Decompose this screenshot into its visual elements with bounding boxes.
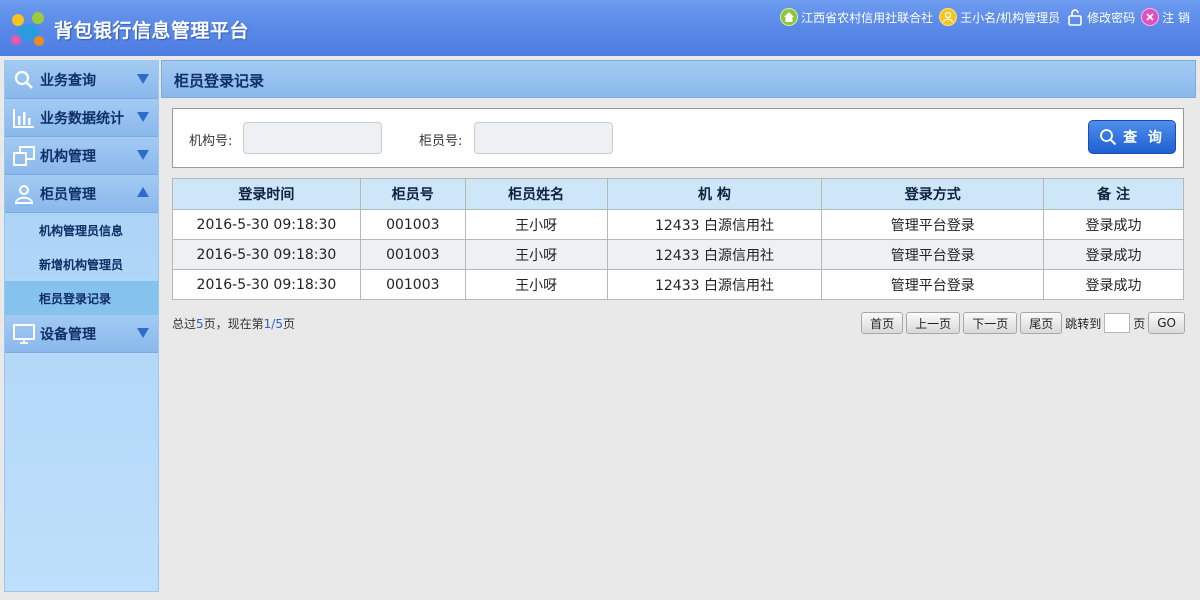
sidebar-group-label: 业务数据统计 [40, 110, 124, 127]
column-header-teller-id: 柜员号 [359, 178, 466, 210]
logout-link[interactable]: 注 销 [1141, 8, 1190, 26]
search-icon [1100, 129, 1117, 146]
teller-number-label: 柜员号: [419, 134, 463, 149]
column-header-login-method: 登录方式 [821, 178, 1045, 210]
table-cell: 管理平台登录 [821, 239, 1045, 270]
sidebar-item-teller-login-records[interactable]: 柜员登录记录 [5, 281, 158, 315]
table-row: 2016-5-30 09:18:30 001003 王小呀 12433 白源信用… [172, 209, 1184, 240]
sidebar-group-label: 设备管理 [40, 326, 96, 343]
org-number-label: 机构号: [189, 134, 233, 149]
chevron-down-icon [137, 74, 149, 84]
table-cell: 登录成功 [1043, 239, 1184, 270]
table-row: 2016-5-30 09:18:30 001003 王小呀 12433 白源信用… [172, 239, 1184, 270]
jump-page-input[interactable] [1104, 313, 1131, 333]
table-cell: 管理平台登录 [821, 269, 1045, 300]
sidebar-group-label: 柜员管理 [40, 186, 96, 203]
table-header-row: 登录时间 柜员号 柜员姓名 机 构 登录方式 备 注 [172, 178, 1184, 210]
org-number-input[interactable] [243, 122, 382, 154]
query-button-label: 查 询 [1123, 130, 1165, 146]
sidebar-group-label: 业务查询 [40, 72, 96, 89]
current-page: 1/5 [263, 317, 283, 331]
user-icon [12, 182, 36, 206]
chevron-down-icon [137, 112, 149, 122]
chevron-up-icon [137, 187, 149, 197]
table-cell: 登录成功 [1043, 269, 1184, 300]
filter-panel: 机构号: 柜员号: 查 询 [172, 108, 1184, 168]
table-cell: 管理平台登录 [821, 209, 1045, 240]
first-page-button[interactable]: 首页 [861, 312, 904, 334]
sidebar-group-label: 机构管理 [40, 148, 96, 165]
sidebar-group-org-management[interactable]: 机构管理 [5, 137, 158, 175]
query-button[interactable]: 查 询 [1088, 120, 1176, 154]
page-title: 柜员登录记录 [174, 72, 265, 90]
jump-to-label: 跳转到 [1065, 316, 1102, 331]
table-cell: 001003 [359, 269, 466, 300]
change-password-link[interactable]: 修改密码 [1066, 8, 1135, 26]
teller-number-input[interactable] [474, 122, 613, 154]
change-password-label: 修改密码 [1087, 10, 1136, 25]
table-cell: 12433 白源信用社 [606, 209, 823, 240]
prev-page-button[interactable]: 上一页 [906, 312, 961, 334]
sidebar-group-business-query[interactable]: 业务查询 [5, 61, 158, 99]
sidebar-group-teller-management[interactable]: 柜员管理 [5, 175, 158, 213]
sidebar-group-device-management[interactable]: 设备管理 [5, 315, 158, 353]
windows-icon [12, 144, 36, 168]
sidebar: 业务查询 业务数据统计 机构管理 柜员管理 机构管理员信息 新增机构管理员 柜员… [4, 60, 159, 592]
table-row: 2016-5-30 09:18:30 001003 王小呀 12433 白源信用… [172, 269, 1184, 300]
login-records-table: 登录时间 柜员号 柜员姓名 机 构 登录方式 备 注 2016-5-30 09:… [172, 178, 1184, 300]
column-header-organization: 机 构 [606, 178, 823, 210]
table-cell: 王小呀 [464, 239, 608, 270]
table-cell: 2016-5-30 09:18:30 [172, 239, 361, 270]
table-cell: 2016-5-30 09:18:30 [172, 269, 361, 300]
org-link-label: 江西省农村信用社联合社 [801, 10, 934, 25]
sidebar-item-org-admin-info[interactable]: 机构管理员信息 [5, 213, 158, 247]
pagination-mid: 页，现在第 [203, 317, 264, 331]
user-link[interactable]: 王小名/机构管理员 [939, 8, 1060, 26]
chevron-down-icon [137, 328, 149, 338]
column-header-teller-name: 柜员姓名 [464, 178, 608, 210]
total-pages: 5 [196, 317, 204, 331]
app-title: 背包银行信息管理平台 [54, 20, 250, 42]
top-links: 江西省农村信用社联合社 王小名/机构管理员 修改密码 注 销 [774, 6, 1190, 28]
pagination-info: 总过5页，现在第1/5页 [172, 315, 295, 332]
user-link-label: 王小名/机构管理员 [960, 10, 1061, 25]
column-header-remarks: 备 注 [1043, 178, 1184, 210]
table-cell: 001003 [359, 209, 466, 240]
app-header: 背包银行信息管理平台 江西省农村信用社联合社 王小名/机构管理员 修改密码 注 … [0, 0, 1200, 56]
page-unit-label: 页 [1133, 316, 1146, 331]
next-page-button[interactable]: 下一页 [963, 312, 1018, 334]
go-button[interactable]: GO [1148, 312, 1185, 334]
table-cell: 2016-5-30 09:18:30 [172, 209, 361, 240]
sidebar-group-business-stats[interactable]: 业务数据统计 [5, 99, 158, 137]
pagination-controls: 首页 上一页 下一页 尾页 跳转到 页 GO [858, 312, 1185, 334]
table-cell: 王小呀 [464, 269, 608, 300]
org-link[interactable]: 江西省农村信用社联合社 [780, 8, 933, 26]
lock-icon [1066, 8, 1084, 26]
logout-label: 注 销 [1162, 10, 1190, 25]
monitor-icon [12, 322, 36, 346]
pagination-suffix: 页 [282, 317, 295, 331]
page-title-bar: 柜员登录记录 [161, 60, 1196, 98]
table-cell: 12433 白源信用社 [606, 239, 823, 270]
chevron-down-icon [137, 150, 149, 160]
last-page-button[interactable]: 尾页 [1020, 312, 1063, 334]
table-cell: 12433 白源信用社 [606, 269, 823, 300]
app-logo-icon [11, 12, 44, 46]
user-icon [939, 8, 958, 26]
sidebar-item-add-org-admin[interactable]: 新增机构管理员 [5, 247, 158, 281]
home-icon [780, 8, 799, 26]
bar-chart-icon [12, 106, 36, 130]
pagination-prefix: 总过 [172, 317, 197, 331]
search-icon [12, 68, 36, 92]
table-cell: 王小呀 [464, 209, 608, 240]
table-cell: 登录成功 [1043, 209, 1184, 240]
logout-icon [1141, 8, 1160, 26]
column-header-login-time: 登录时间 [172, 178, 361, 210]
table-cell: 001003 [359, 239, 466, 270]
